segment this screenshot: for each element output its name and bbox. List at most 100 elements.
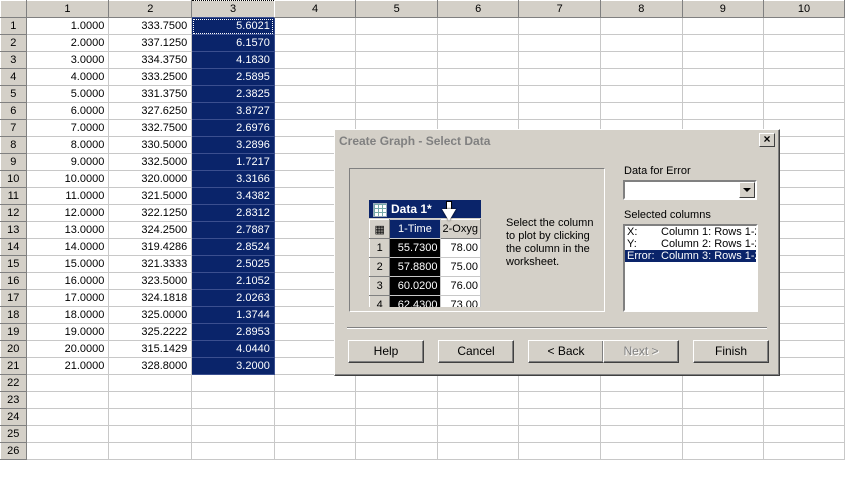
cell[interactable]: 16.0000 (25, 272, 110, 290)
cell[interactable] (763, 102, 845, 120)
cell[interactable] (600, 17, 683, 35)
cell[interactable]: 2.1052 (191, 272, 275, 290)
cell[interactable] (518, 68, 602, 86)
cell[interactable] (600, 442, 683, 460)
cell[interactable] (355, 34, 438, 52)
row-header[interactable]: 16 (0, 272, 27, 290)
cell[interactable] (355, 442, 438, 460)
row-header[interactable]: 1 (0, 17, 27, 35)
selected-column-item[interactable]: Y: Column 2: Rows 1-21 (625, 238, 756, 250)
cell[interactable]: 2.8953 (191, 323, 275, 341)
cell[interactable] (763, 85, 845, 103)
cell[interactable] (681, 425, 765, 443)
column-header-9[interactable]: 9 (681, 0, 765, 18)
cell[interactable] (436, 34, 520, 52)
cell[interactable] (191, 425, 275, 443)
cell[interactable]: 18.0000 (25, 306, 110, 324)
column-header-1[interactable]: 1 (25, 0, 110, 18)
cell[interactable] (25, 442, 110, 460)
cell[interactable] (681, 51, 765, 69)
cell[interactable] (681, 34, 765, 52)
cell[interactable] (355, 17, 438, 35)
cell[interactable]: 19.0000 (25, 323, 110, 341)
corner-cell[interactable] (0, 0, 27, 18)
table-row[interactable]: 5 5.0000 331.3750 2.3825 (0, 85, 845, 103)
cell[interactable] (355, 51, 438, 69)
column-header-7[interactable]: 7 (518, 0, 602, 18)
cell[interactable] (191, 374, 275, 392)
cell[interactable] (436, 442, 520, 460)
cell[interactable] (436, 85, 520, 103)
cell[interactable]: 332.5000 (108, 153, 193, 171)
cell[interactable] (273, 408, 357, 426)
cell[interactable]: 7.0000 (25, 119, 110, 137)
cell[interactable] (355, 374, 438, 392)
cell[interactable] (25, 425, 110, 443)
cell[interactable] (273, 51, 357, 69)
row-header[interactable]: 15 (0, 255, 27, 273)
cell[interactable] (681, 17, 765, 35)
cell[interactable]: 325.2222 (108, 323, 193, 341)
selected-column-item[interactable]: X: Column 1: Rows 1-21 (625, 226, 756, 238)
cell[interactable]: 321.3333 (108, 255, 193, 273)
table-row[interactable]: 4 4.0000 333.2500 2.5895 (0, 68, 845, 86)
column-header-3[interactable]: 3 (191, 0, 275, 18)
table-row[interactable]: 1 1.0000 333.7500 5.6021 (0, 17, 845, 35)
table-row[interactable]: 2 2.0000 337.1250 6.1570 (0, 34, 845, 52)
cell[interactable] (518, 442, 602, 460)
cell[interactable]: 325.0000 (108, 306, 193, 324)
cell[interactable]: 3.2000 (191, 357, 275, 375)
cell[interactable] (518, 17, 602, 35)
cell[interactable] (518, 408, 602, 426)
cell[interactable]: 3.0000 (25, 51, 110, 69)
cell[interactable] (518, 85, 602, 103)
next-button[interactable]: Next > (603, 340, 679, 363)
cell[interactable] (273, 85, 357, 103)
cell[interactable]: 6.1570 (191, 34, 275, 52)
cell[interactable]: 320.0000 (108, 170, 193, 188)
cell[interactable] (681, 408, 765, 426)
selected-column-item[interactable]: Error: Column 3: Rows 1-21 (625, 250, 756, 262)
cell[interactable] (273, 102, 357, 120)
table-row[interactable]: 25 (0, 425, 845, 443)
cell[interactable] (600, 408, 683, 426)
row-header[interactable]: 9 (0, 153, 27, 171)
cell[interactable]: 2.8312 (191, 204, 275, 222)
cell[interactable]: 1.0000 (25, 17, 110, 35)
cell[interactable] (763, 17, 845, 35)
cell[interactable] (763, 34, 845, 52)
chevron-down-icon[interactable] (739, 182, 755, 198)
column-header-2[interactable]: 2 (108, 0, 193, 18)
table-row[interactable]: 22 (0, 374, 845, 392)
cell[interactable]: 3.2896 (191, 136, 275, 154)
table-row[interactable]: 6 6.0000 327.6250 3.8727 (0, 102, 845, 120)
row-header[interactable]: 13 (0, 221, 27, 239)
row-header[interactable]: 19 (0, 323, 27, 341)
cell[interactable]: 13.0000 (25, 221, 110, 239)
cell[interactable] (681, 102, 765, 120)
back-button[interactable]: < Back (528, 340, 604, 363)
table-row[interactable]: 26 (0, 442, 845, 460)
cell[interactable] (763, 374, 845, 392)
cell[interactable] (436, 391, 520, 409)
data-for-error-dropdown[interactable] (623, 180, 757, 200)
cell[interactable] (600, 85, 683, 103)
cell[interactable]: 2.3825 (191, 85, 275, 103)
cell[interactable]: 20.0000 (25, 340, 110, 358)
cell[interactable]: 4.0000 (25, 68, 110, 86)
row-header[interactable]: 2 (0, 34, 27, 52)
row-header[interactable]: 24 (0, 408, 27, 426)
cell[interactable]: 333.2500 (108, 68, 193, 86)
cell[interactable]: 323.5000 (108, 272, 193, 290)
cell[interactable] (600, 51, 683, 69)
cell[interactable] (436, 17, 520, 35)
cell[interactable]: 337.1250 (108, 34, 193, 52)
cell[interactable] (273, 374, 357, 392)
cell[interactable]: 6.0000 (25, 102, 110, 120)
row-header[interactable]: 17 (0, 289, 27, 307)
cell[interactable] (600, 374, 683, 392)
cell[interactable] (681, 374, 765, 392)
cell[interactable]: 17.0000 (25, 289, 110, 307)
cell[interactable]: 4.1830 (191, 51, 275, 69)
column-header-5[interactable]: 5 (355, 0, 438, 18)
